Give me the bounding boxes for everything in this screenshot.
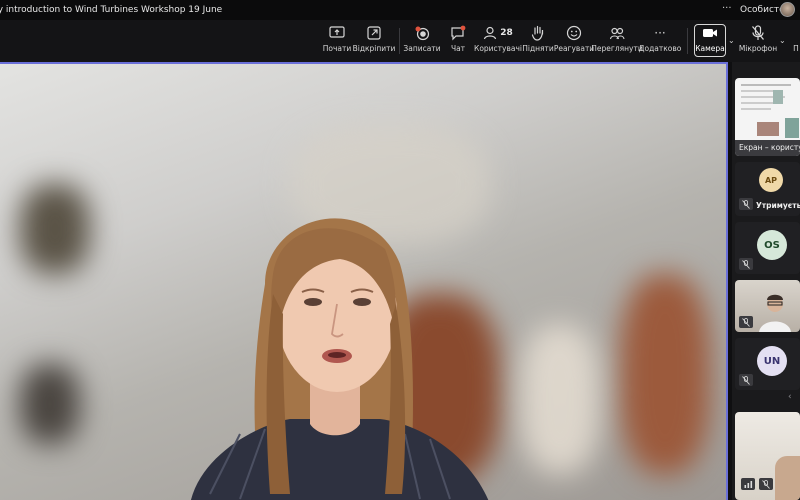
avatar-un: UN: [757, 346, 787, 376]
participant-rail: Екран – користувач AP Утримується OS UN: [732, 62, 800, 500]
participant-tile-os[interactable]: OS: [735, 222, 800, 274]
mic-options-chevron-icon[interactable]: ⌄: [779, 36, 786, 45]
window-more-icon[interactable]: ···: [722, 3, 732, 14]
share-tray-icon: [790, 25, 800, 41]
smiley-icon: [565, 25, 583, 41]
mic-off-icon: [749, 25, 767, 41]
toolbar-divider: [399, 28, 400, 54]
meeting-title: gy introduction to Wind Turbines Worksho…: [0, 5, 223, 15]
popout-button[interactable]: Відкріпити: [353, 25, 395, 59]
mic-off-icon: [739, 258, 753, 270]
participant-tile-un[interactable]: UN: [735, 338, 800, 390]
record-button[interactable]: Записати: [403, 25, 441, 59]
react-label: Реагувати: [553, 44, 595, 53]
mic-off-icon: [739, 374, 753, 386]
speaker-video: [191, 218, 489, 500]
main-video-stage: [0, 62, 728, 500]
share-button[interactable]: Почати: [322, 25, 352, 59]
account-label[interactable]: Особисте: [740, 5, 785, 15]
people-count: 28: [500, 28, 513, 38]
participant-video: [759, 294, 791, 332]
people-icon: 28: [483, 25, 513, 41]
raise-hand-icon: [529, 25, 547, 41]
chat-label: Чат: [450, 44, 466, 53]
record-label: Записати: [403, 44, 441, 53]
participant-tile-video-2[interactable]: [735, 412, 800, 500]
view-button[interactable]: Переглянути: [591, 25, 643, 59]
rail-scroll-chevron-icon[interactable]: ‹: [788, 392, 792, 402]
camera-options-chevron-icon[interactable]: ⌄: [728, 36, 735, 45]
raise-hand-button[interactable]: Підняти: [522, 25, 554, 59]
share-screen-icon: [328, 25, 346, 41]
more-icon: ···: [654, 26, 666, 40]
view-icon: [608, 25, 626, 41]
popout-icon: [365, 25, 383, 41]
chat-button[interactable]: Чат: [446, 25, 470, 59]
avatar-os: OS: [757, 230, 787, 260]
screen-share-label: Екран – користувач: [739, 143, 800, 152]
popout-label: Відкріпити: [352, 44, 396, 53]
signal-icon: [741, 478, 755, 490]
mic-label: Мікрофон: [738, 44, 778, 53]
people-button[interactable]: 28 Користувачі: [474, 25, 523, 59]
participant-tile-screen[interactable]: Екран – користувач: [735, 78, 800, 156]
share-tray-button[interactable]: П: [790, 25, 800, 59]
participant-tile-video[interactable]: [735, 280, 800, 332]
toolbar-divider: [687, 28, 688, 54]
raise-hand-label: Підняти: [522, 44, 554, 53]
user-avatar[interactable]: [780, 2, 795, 17]
mic-off-icon: [759, 478, 773, 490]
camera-label: Камера: [695, 44, 725, 53]
more-button[interactable]: ··· Додатково: [638, 25, 682, 59]
mic-off-icon: [739, 198, 753, 210]
mic-button[interactable]: Мікрофон: [738, 25, 778, 59]
react-button[interactable]: Реагувати: [553, 25, 595, 59]
record-icon: [413, 25, 431, 41]
view-label: Переглянути: [591, 44, 643, 53]
title-bar: gy introduction to Wind Turbines Worksho…: [0, 0, 800, 20]
chat-icon: [449, 25, 467, 41]
meeting-toolbar: Почати Відкріпити Записати Чат 28 Корист…: [0, 20, 800, 62]
participant-status-label: Утримується: [756, 201, 800, 210]
people-label: Користувачі: [474, 44, 523, 53]
avatar-ap: AP: [759, 168, 783, 192]
mic-off-icon: [739, 316, 753, 328]
more-label: Додатково: [638, 44, 682, 53]
participant-tile-ap[interactable]: AP Утримується: [735, 162, 800, 216]
camera-icon: [701, 25, 719, 41]
share-label: Почати: [322, 44, 352, 53]
camera-button[interactable]: Камера: [694, 25, 726, 59]
share-tray-label: П: [793, 44, 799, 53]
